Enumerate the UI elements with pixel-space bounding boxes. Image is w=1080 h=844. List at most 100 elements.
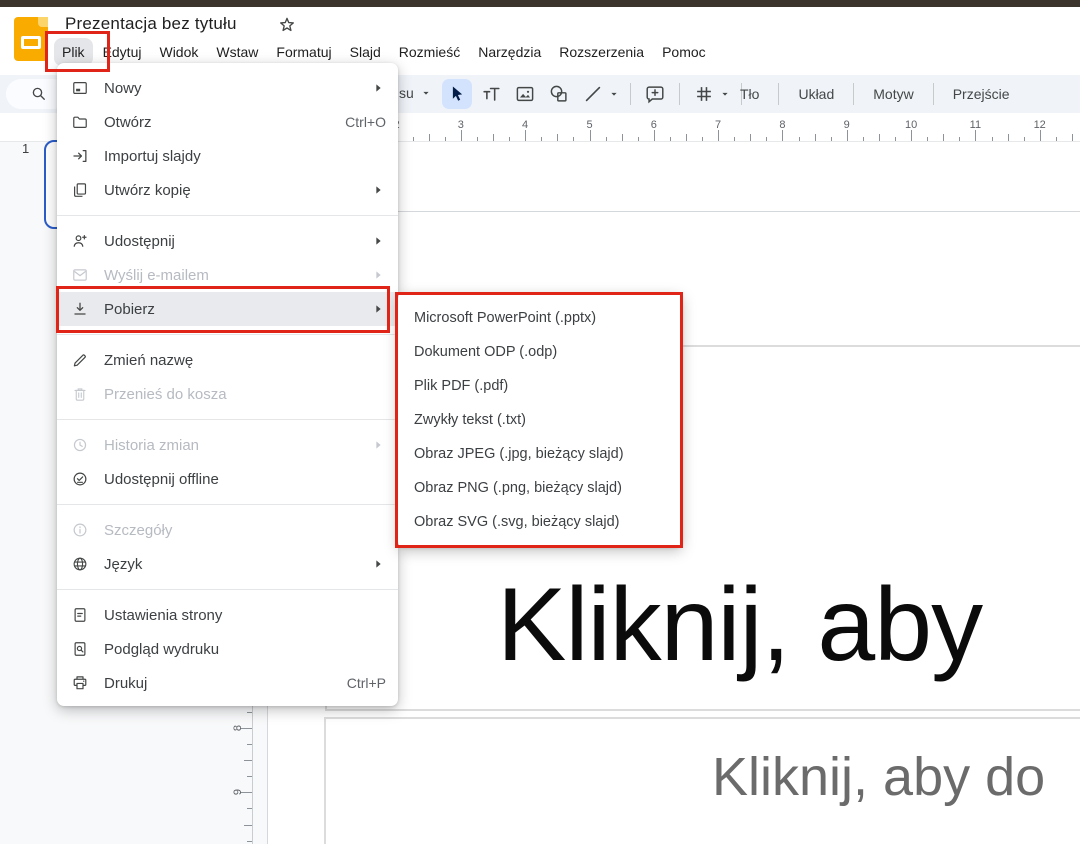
- toolbar-separator: [679, 83, 680, 105]
- language-globe-icon: [71, 555, 89, 573]
- chevron-down-icon: [607, 87, 621, 101]
- select-cursor-button[interactable]: [442, 79, 472, 109]
- file-menu-item-importuj-slajdy[interactable]: Importuj slajdy: [57, 139, 398, 173]
- ruler-tick: [638, 137, 639, 141]
- menu-divider: [57, 589, 398, 590]
- import-slides-icon: [71, 147, 89, 165]
- ruler-tick: [927, 137, 928, 141]
- download-option-plik-pdf-pdf[interactable]: Plik PDF (.pdf): [398, 369, 682, 403]
- insert-comment-button[interactable]: [640, 79, 670, 109]
- email-icon: [71, 266, 89, 284]
- ruler-tick: [493, 134, 494, 141]
- file-menu-item-podglad-wydruku[interactable]: Podgląd wydruku: [57, 632, 398, 666]
- file-menu-item-ustawienia-strony[interactable]: Ustawienia strony: [57, 598, 398, 632]
- insert-shape-button[interactable]: [544, 79, 574, 109]
- offline-check-icon: [71, 470, 89, 488]
- menu-item-label: Przenieś do kosza: [104, 386, 386, 403]
- download-option-dokument-odp-odp[interactable]: Dokument ODP (.odp): [398, 335, 682, 369]
- subtitle-placeholder-text[interactable]: Kliknij, aby do: [712, 746, 1045, 808]
- rename-pencil-icon: [71, 351, 89, 369]
- file-menu: NowyOtwórzCtrl+OImportuj slajdyUtwórz ko…: [57, 63, 398, 706]
- menu-divider: [57, 215, 398, 216]
- file-menu-item-otworz[interactable]: OtwórzCtrl+O: [57, 105, 398, 139]
- file-menu-item-jezyk[interactable]: Język: [57, 547, 398, 581]
- toolbar-separator: [933, 83, 934, 105]
- text-box-button[interactable]: [476, 79, 506, 109]
- document-title[interactable]: Prezentacja bez tytułu: [65, 14, 237, 34]
- menubar-item-rozmiesc[interactable]: Rozmieść: [391, 38, 468, 66]
- download-option-zwykly-tekst-txt[interactable]: Zwykły tekst (.txt): [398, 403, 682, 437]
- ruler-tick: [718, 130, 719, 141]
- file-menu-item-szczegoly: Szczegóły: [57, 513, 398, 547]
- download-submenu: Microsoft PowerPoint (.pptx)Dokument ODP…: [398, 293, 682, 547]
- insert-line-button[interactable]: [578, 79, 608, 109]
- file-menu-item-nowy[interactable]: Nowy: [57, 71, 398, 105]
- ruler-tick: [1008, 134, 1009, 141]
- file-menu-item-pobierz[interactable]: Pobierz: [57, 292, 398, 326]
- ruler-number: 8: [779, 119, 785, 131]
- ruler-tick: [590, 130, 591, 141]
- menu-item-label: Pobierz: [104, 301, 370, 318]
- toolbar-button-motyw[interactable]: Motyw: [861, 80, 925, 108]
- border-grid-button[interactable]: [689, 79, 719, 109]
- menubar-item-wstaw[interactable]: Wstaw: [208, 38, 266, 66]
- ruler-tick: [244, 760, 252, 761]
- download-option-obraz-svg-svg-biezacy-slajd[interactable]: Obraz SVG (.svg, bieżący slajd): [398, 505, 682, 539]
- submenu-arrow-icon: [370, 182, 386, 198]
- ruler-tick: [654, 130, 655, 141]
- open-folder-icon: [71, 113, 89, 131]
- ruler-tick: [879, 134, 880, 141]
- menubar-item-rozszerzenia[interactable]: Rozszerzenia: [551, 38, 652, 66]
- ruler-tick: [525, 130, 526, 141]
- page-setup-icon: [71, 606, 89, 624]
- toolbar-separator: [853, 83, 854, 105]
- menubar-item-plik[interactable]: Plik: [54, 38, 93, 66]
- file-menu-item-udostepnij-offline[interactable]: Udostępnij offline: [57, 462, 398, 496]
- title-placeholder-text[interactable]: Kliknij, aby: [497, 566, 982, 685]
- menubar-item-slajd[interactable]: Slajd: [342, 38, 389, 66]
- ruler-tick: [895, 137, 896, 141]
- zoom-select-label: su: [399, 85, 414, 101]
- menubar-item-widok[interactable]: Widok: [151, 38, 206, 66]
- zoom-select[interactable]: su: [399, 85, 433, 101]
- submenu-arrow-icon: [370, 556, 386, 572]
- menubar-item-pomoc[interactable]: Pomoc: [654, 38, 714, 66]
- language-globe-icon: [71, 555, 89, 573]
- menubar-item-narzedzia[interactable]: Narzędzia: [470, 38, 549, 66]
- insert-image-button[interactable]: [510, 79, 540, 109]
- ruler-number: 12: [1034, 119, 1046, 131]
- file-menu-item-drukuj[interactable]: DrukujCtrl+P: [57, 666, 398, 700]
- file-menu-item-historia-zmian: Historia zmian: [57, 428, 398, 462]
- ruler-number: 8: [232, 725, 244, 731]
- menubar-item-edytuj[interactable]: Edytuj: [95, 38, 150, 66]
- search-icon: [30, 85, 48, 103]
- menu-divider: [57, 419, 398, 420]
- toolbar-separator: [778, 83, 779, 105]
- ruler-tick: [541, 137, 542, 141]
- star-icon[interactable]: [277, 15, 297, 35]
- download-option-microsoft-powerpoint-pptx[interactable]: Microsoft PowerPoint (.pptx): [398, 301, 682, 335]
- menu-item-label: Język: [104, 556, 370, 573]
- submenu-arrow-icon: [370, 437, 386, 453]
- file-menu-item-utworz-kopie[interactable]: Utwórz kopię: [57, 173, 398, 207]
- ruler-tick: [799, 137, 800, 141]
- ruler-tick: [975, 130, 976, 141]
- file-menu-item-udostepnij[interactable]: Udostępnij: [57, 224, 398, 258]
- submenu-arrow-icon: [370, 80, 386, 96]
- toolbar-button-uklad[interactable]: Układ: [786, 80, 846, 108]
- text-box-icon: [480, 83, 502, 105]
- submenu-arrow-icon: [370, 267, 386, 283]
- logo-slide-shape: [21, 36, 41, 49]
- menubar-item-formatuj[interactable]: Formatuj: [268, 38, 339, 66]
- open-folder-icon: [71, 113, 89, 131]
- toolbar-button-przejscie[interactable]: Przejście: [941, 80, 1022, 108]
- slides-logo[interactable]: [14, 17, 48, 61]
- ruler-number: 3: [458, 119, 464, 131]
- submenu-arrow-icon: [370, 267, 386, 283]
- toolbar-button-tlo[interactable]: Tło: [728, 80, 771, 108]
- download-option-obraz-png-png-biezacy-slajd[interactable]: Obraz PNG (.png, bieżący slajd): [398, 471, 682, 505]
- insert-line-icon: [582, 83, 604, 105]
- menu-item-label: Szczegóły: [104, 522, 386, 539]
- file-menu-item-zmien-nazwe[interactable]: Zmień nazwę: [57, 343, 398, 377]
- download-option-obraz-jpeg-jpg-biezacy-slajd[interactable]: Obraz JPEG (.jpg, bieżący slajd): [398, 437, 682, 471]
